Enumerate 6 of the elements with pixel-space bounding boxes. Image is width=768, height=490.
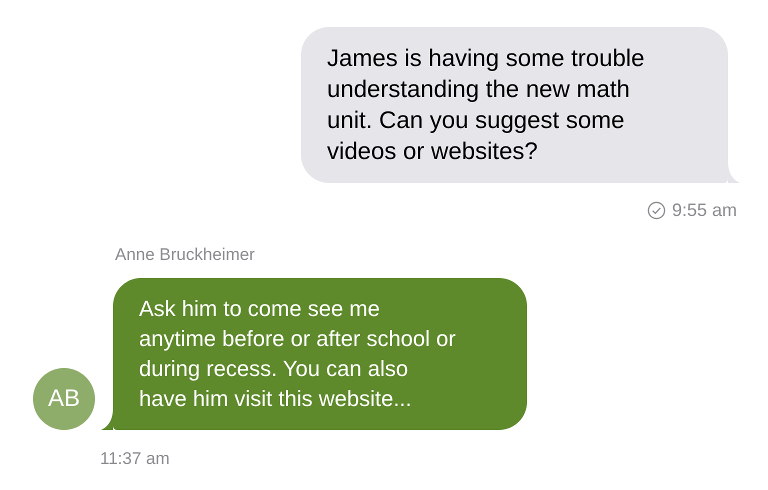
message-time: 9:55 am <box>672 199 737 222</box>
avatar: AB <box>33 368 95 430</box>
message-bubble: Ask him to come see me anytime before or after school or during recess. You can also have him visit this website... <box>113 278 527 430</box>
sender-name: Anne Bruckheimer <box>115 244 256 266</box>
message-bubble: James is having some trouble understanding the new math unit. Can you suggest some videos or websites? <box>301 27 728 183</box>
message-time: 11:37 am <box>100 448 171 470</box>
